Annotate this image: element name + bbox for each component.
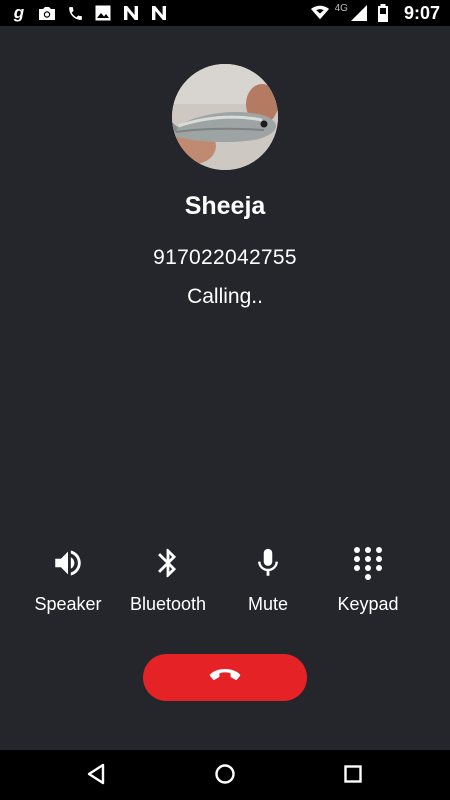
back-triangle-icon <box>86 763 106 790</box>
status-time: 9:07 <box>403 2 440 23</box>
mute-button[interactable]: Mute <box>218 542 318 615</box>
navigation-bar <box>0 750 450 800</box>
caller-number: 917022042755 <box>153 246 297 269</box>
back-button[interactable] <box>83 763 109 789</box>
gboard-g-glyph: g <box>13 3 25 22</box>
avatar-fish-photo <box>172 64 278 170</box>
keypad-label: Keypad <box>337 594 399 614</box>
status-bar: g 4G 9:07 <box>0 0 450 26</box>
image-icon <box>94 4 112 22</box>
hang-up-icon <box>209 667 241 688</box>
n-notification-icon <box>122 4 140 22</box>
speaker-button[interactable]: Speaker <box>18 542 118 615</box>
bluetooth-button[interactable]: Bluetooth <box>118 542 218 615</box>
signal-icon <box>350 4 368 22</box>
keypad-button[interactable]: Keypad <box>318 542 418 615</box>
recents-button[interactable] <box>340 763 366 789</box>
speaker-label: Speaker <box>34 594 102 614</box>
keypad-icon <box>348 542 388 584</box>
mute-label: Mute <box>247 594 289 614</box>
gboard-g-icon: g <box>10 4 28 22</box>
wifi-icon <box>310 4 329 22</box>
n-notification-icon <box>150 4 168 22</box>
speaker-icon <box>48 542 88 584</box>
home-button[interactable] <box>212 763 238 789</box>
caller-avatar <box>172 64 278 170</box>
system-status-icons: 4G 9:07 <box>310 2 450 24</box>
call-controls: Speaker Bluetooth Mute Keypad <box>0 542 450 622</box>
bluetooth-icon <box>148 542 188 584</box>
caller-name: Sheeja <box>184 192 266 220</box>
battery-icon <box>374 4 392 22</box>
camera-icon <box>38 4 56 22</box>
microphone-icon <box>248 542 288 584</box>
phone-icon <box>66 4 84 22</box>
bluetooth-label: Bluetooth <box>129 594 207 614</box>
end-call-button[interactable] <box>143 654 307 701</box>
notification-icons: g <box>0 4 168 22</box>
home-circle-icon <box>214 763 236 790</box>
network-type: 4G <box>334 2 348 14</box>
call-status: Calling.. <box>187 285 263 308</box>
recents-square-icon <box>343 764 363 789</box>
